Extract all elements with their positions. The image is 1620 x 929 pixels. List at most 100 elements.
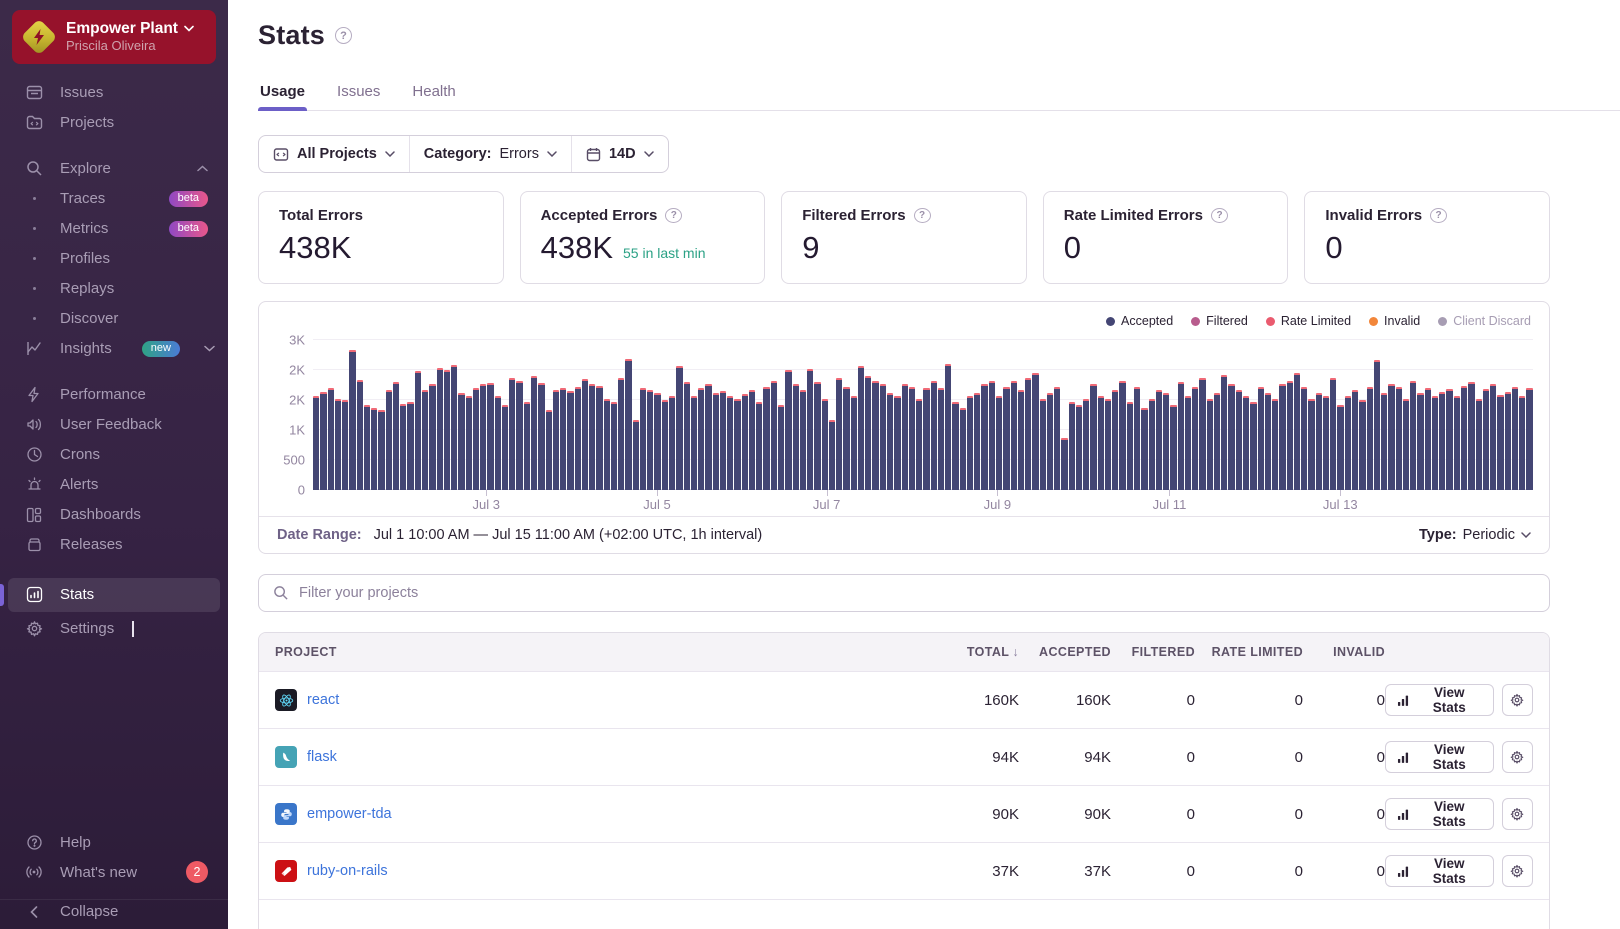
project-settings-button[interactable] bbox=[1502, 684, 1533, 716]
chart-bar bbox=[582, 379, 588, 490]
sidebar-item-crons[interactable]: Crons bbox=[0, 440, 228, 470]
lightning-icon bbox=[24, 386, 44, 403]
tab-issues[interactable]: Issues bbox=[335, 77, 382, 110]
chart-bar bbox=[1316, 393, 1322, 490]
chart-bar bbox=[604, 399, 610, 490]
chart-bar bbox=[1098, 396, 1104, 490]
legend-dot bbox=[1266, 317, 1275, 326]
bullet-icon bbox=[24, 287, 44, 290]
flask-platform-icon bbox=[275, 746, 297, 768]
sidebar-item-performance[interactable]: Performance bbox=[0, 380, 228, 410]
project-search-input[interactable] bbox=[299, 585, 1535, 601]
clock-icon bbox=[24, 446, 44, 463]
chart-bar bbox=[800, 390, 806, 490]
sidebar-item-releases[interactable]: Releases bbox=[0, 530, 228, 560]
view-stats-button[interactable]: View Stats bbox=[1385, 741, 1494, 773]
chart-bar bbox=[1047, 393, 1053, 490]
chart-bar bbox=[1265, 393, 1271, 490]
sidebar-item-settings[interactable]: Settings bbox=[0, 614, 228, 644]
project-link[interactable]: empower-tda bbox=[307, 806, 392, 822]
date-period-dropdown[interactable]: 14D bbox=[571, 136, 668, 172]
sidebar-item-profiles[interactable]: Profiles bbox=[0, 244, 228, 274]
chart-bar bbox=[1301, 387, 1307, 490]
chart-bar bbox=[858, 366, 864, 490]
view-stats-button[interactable]: View Stats bbox=[1385, 855, 1494, 887]
chart-bar bbox=[807, 369, 813, 490]
legend-item-client-discard[interactable]: Client Discard bbox=[1438, 314, 1531, 328]
usage-bar-chart[interactable]: 05001K2K2K3K bbox=[313, 340, 1533, 490]
legend-item-accepted[interactable]: Accepted bbox=[1106, 314, 1173, 328]
chart-bar bbox=[1526, 388, 1532, 490]
project-link[interactable]: ruby-on-rails bbox=[307, 863, 388, 879]
chart-bar bbox=[843, 387, 849, 490]
chart-bar bbox=[1432, 396, 1438, 490]
sidebar-item-insights[interactable]: Insights new bbox=[0, 334, 228, 364]
legend-dot bbox=[1191, 317, 1200, 326]
sidebar-item-whats-new[interactable]: What's new 2 bbox=[0, 857, 228, 887]
sidebar-item-discover[interactable]: Discover bbox=[0, 304, 228, 334]
sidebar-item-label: User Feedback bbox=[60, 416, 162, 433]
sidebar-item-alerts[interactable]: Alerts bbox=[0, 470, 228, 500]
project-settings-button[interactable] bbox=[1502, 798, 1533, 830]
card-help-icon[interactable]: ? bbox=[1211, 208, 1228, 223]
sidebar-item-label: Help bbox=[60, 834, 91, 851]
card-help-icon[interactable]: ? bbox=[665, 208, 682, 223]
card-title: Invalid Errors bbox=[1325, 207, 1422, 224]
chart-type-dropdown[interactable]: Type: Periodic bbox=[1419, 527, 1531, 543]
chevron-down-icon bbox=[547, 151, 557, 157]
legend-item-filtered[interactable]: Filtered bbox=[1191, 314, 1248, 328]
sidebar-item-replays[interactable]: Replays bbox=[0, 274, 228, 304]
legend-item-rate-limited[interactable]: Rate Limited bbox=[1266, 314, 1351, 328]
legend-item-invalid[interactable]: Invalid bbox=[1369, 314, 1420, 328]
view-stats-button[interactable]: View Stats bbox=[1385, 684, 1494, 716]
cell-rate-limited: 0 bbox=[1195, 692, 1303, 709]
sidebar-item-metrics[interactable]: Metrics beta bbox=[0, 214, 228, 244]
card-filtered-errors: Filtered Errors? 9 bbox=[781, 191, 1027, 284]
chart-bar bbox=[727, 396, 733, 490]
sidebar-item-help[interactable]: Help bbox=[0, 827, 228, 857]
view-stats-button[interactable]: View Stats bbox=[1385, 798, 1494, 830]
chart-bar bbox=[1141, 408, 1147, 490]
sidebar-item-dashboards[interactable]: Dashboards bbox=[0, 500, 228, 530]
project-link[interactable]: react bbox=[307, 692, 339, 708]
category-filter-dropdown[interactable]: Category: Errors bbox=[409, 136, 571, 172]
org-switcher[interactable]: Empower Plant Priscila Oliveira bbox=[12, 10, 216, 64]
project-filter-dropdown[interactable]: All Projects bbox=[259, 136, 409, 172]
filter-bar: All Projects Category: Errors 14D bbox=[258, 135, 669, 173]
sidebar-item-stats[interactable]: Stats bbox=[8, 578, 220, 612]
card-help-icon[interactable]: ? bbox=[1430, 208, 1447, 223]
column-total-sortable[interactable]: TOTAL↓ bbox=[927, 645, 1019, 659]
tab-health[interactable]: Health bbox=[410, 77, 457, 110]
chart-bar bbox=[763, 387, 769, 490]
sidebar-item-projects[interactable]: Projects bbox=[0, 108, 228, 138]
sidebar-item-user-feedback[interactable]: User Feedback bbox=[0, 410, 228, 440]
page-help-icon[interactable]: ? bbox=[335, 27, 352, 44]
chevron-left-icon bbox=[24, 906, 44, 918]
chart-bar bbox=[967, 396, 973, 490]
cell-invalid: 0 bbox=[1303, 692, 1385, 709]
chart-bar bbox=[1214, 393, 1220, 490]
sidebar-collapse-button[interactable]: Collapse bbox=[0, 899, 228, 929]
project-settings-button[interactable] bbox=[1502, 741, 1533, 773]
chart-bar bbox=[974, 393, 980, 490]
project-link[interactable]: flask bbox=[307, 749, 337, 765]
cell-filtered: 0 bbox=[1111, 806, 1195, 823]
chart-bar bbox=[640, 388, 646, 490]
card-title: Filtered Errors bbox=[802, 207, 905, 224]
app-root: Empower Plant Priscila Oliveira Issues P… bbox=[0, 0, 1620, 929]
chart-bar bbox=[378, 410, 384, 490]
tab-usage[interactable]: Usage bbox=[258, 77, 307, 110]
chart-bar bbox=[1337, 405, 1343, 490]
search-icon bbox=[273, 585, 289, 601]
sidebar-item-traces[interactable]: Traces beta bbox=[0, 184, 228, 214]
card-help-icon[interactable]: ? bbox=[914, 208, 931, 223]
project-settings-button[interactable] bbox=[1502, 855, 1533, 887]
whats-new-count-badge: 2 bbox=[186, 861, 208, 883]
chart-bar bbox=[1199, 378, 1205, 490]
chart-bar bbox=[589, 384, 595, 490]
chart-bar bbox=[654, 393, 660, 490]
sidebar-item-issues[interactable]: Issues bbox=[0, 78, 228, 108]
chart-bar bbox=[1519, 396, 1525, 490]
help-icon bbox=[24, 834, 44, 851]
sidebar-item-explore[interactable]: Explore bbox=[0, 154, 228, 184]
